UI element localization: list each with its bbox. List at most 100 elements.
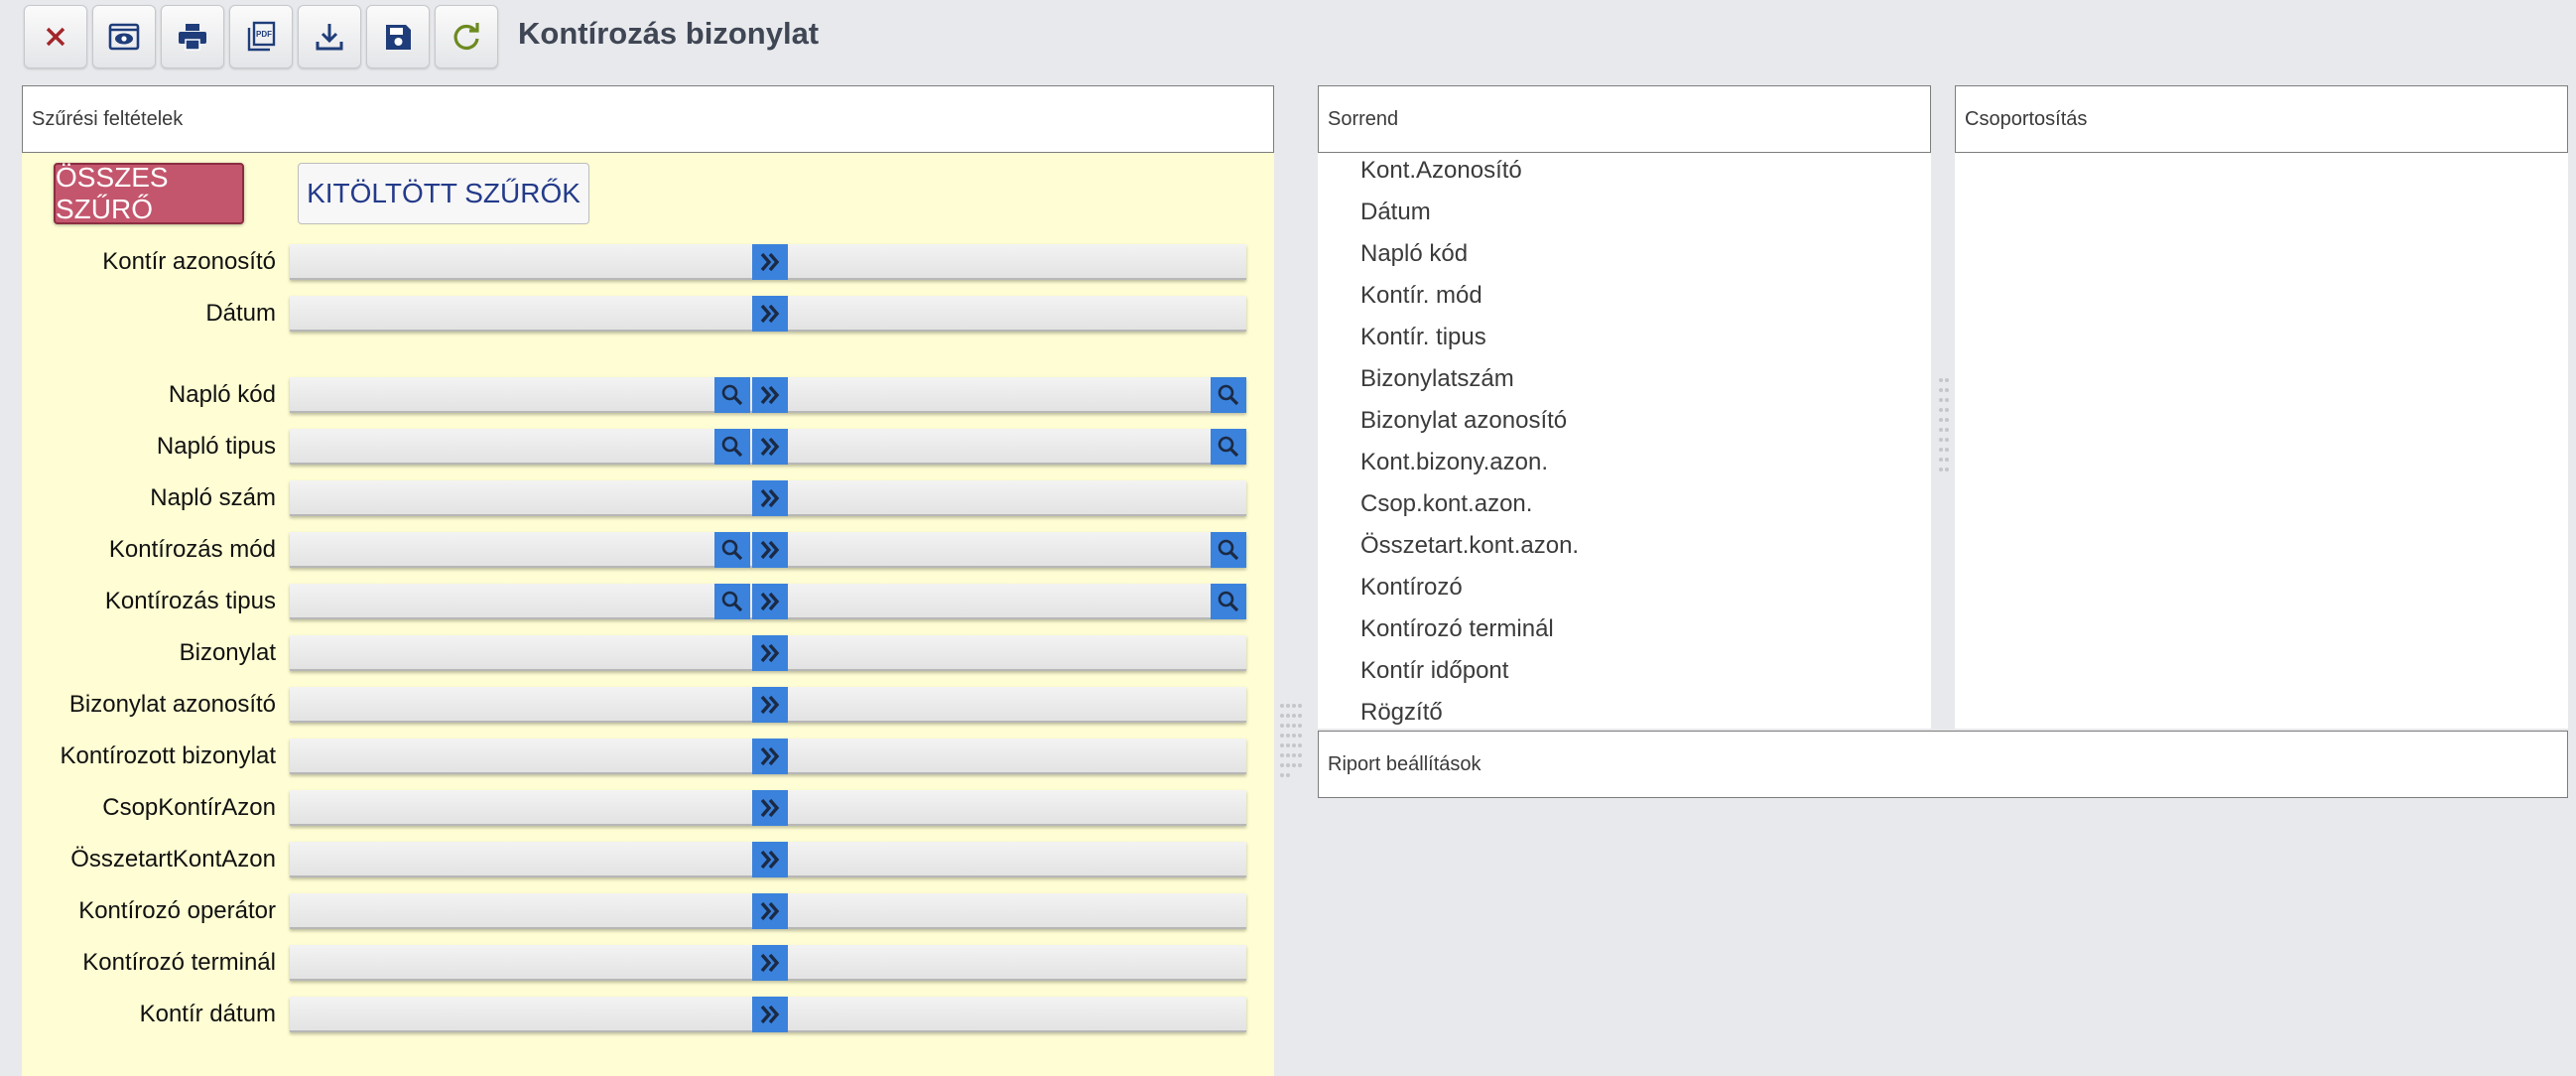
chevron-double-right-icon[interactable] xyxy=(752,997,788,1032)
sort-list-item[interactable]: Dátum xyxy=(1360,199,1431,226)
filter-label: Kontírozott bizonylat xyxy=(60,742,276,769)
sort-list-item[interactable]: Kont.Azonosító xyxy=(1360,157,1522,185)
filter-range-input[interactable] xyxy=(290,429,1246,465)
chevron-double-right-icon[interactable] xyxy=(752,739,788,774)
save-button[interactable] xyxy=(366,5,430,68)
filter-label: Napló tipus xyxy=(156,433,276,460)
filter-label: Kontírozó terminál xyxy=(82,949,276,976)
order-list: Kont.Azonosító Dátum Napló kód Kontír. mód K… xyxy=(1318,153,1931,729)
filter-label: Kontír azonosító xyxy=(102,248,276,275)
chevron-double-right-icon[interactable] xyxy=(752,945,788,981)
chevron-double-right-icon[interactable] xyxy=(752,429,788,465)
splitter-handle[interactable] xyxy=(1279,701,1303,780)
print-button[interactable] xyxy=(161,5,224,68)
order-panel-header[interactable]: Sorrend xyxy=(1318,85,1931,153)
sort-list-item[interactable]: Bizonylatszám xyxy=(1360,365,1514,393)
filter-range-input[interactable] xyxy=(290,842,1246,877)
chevron-double-right-icon[interactable] xyxy=(752,480,788,516)
filter-range-input[interactable] xyxy=(290,687,1246,723)
refresh-icon xyxy=(453,23,479,51)
filter-row: CsopKontírAzon xyxy=(22,790,1274,830)
search-icon[interactable] xyxy=(714,584,750,619)
chevron-double-right-icon[interactable] xyxy=(752,893,788,929)
chevron-double-right-icon[interactable] xyxy=(752,635,788,671)
refresh-button[interactable] xyxy=(435,5,498,68)
filter-label: Bizonylat azonosító xyxy=(68,691,276,718)
filter-range-input[interactable] xyxy=(290,635,1246,671)
filter-row: Bizonylat xyxy=(22,635,1274,675)
download-icon xyxy=(316,24,343,51)
filter-area: ÖSSZES SZŰRŐ KITÖLTÖTT SZŰRŐK Kontír azo… xyxy=(22,153,1274,1076)
tab-filled-filters[interactable]: KITÖLTÖTT SZŰRŐK xyxy=(298,163,589,224)
sort-list-item[interactable]: Rögzítő xyxy=(1360,699,1443,727)
chevron-double-right-icon[interactable] xyxy=(752,790,788,826)
filters-panel-header[interactable]: Szűrési feltételek xyxy=(22,85,1274,153)
close-button[interactable] xyxy=(24,5,87,68)
filter-row: Dátum xyxy=(22,296,1274,336)
filter-row: Napló tipus xyxy=(22,429,1274,469)
filter-range-input[interactable] xyxy=(290,945,1246,981)
download-button[interactable] xyxy=(298,5,361,68)
filter-row: Kontír azonosító xyxy=(22,244,1274,284)
preview-button[interactable] xyxy=(92,5,156,68)
sort-list-item[interactable]: Kontír. mód xyxy=(1360,282,1482,310)
sort-list-item[interactable]: Összetart.kont.azon. xyxy=(1360,532,1579,560)
filter-range-input[interactable] xyxy=(290,480,1246,516)
filter-range-input[interactable] xyxy=(290,296,1246,332)
splitter-handle[interactable] xyxy=(1938,375,1950,474)
filter-row: Napló szám xyxy=(22,480,1274,520)
eye-icon xyxy=(108,23,140,51)
filter-range-input[interactable] xyxy=(290,244,1246,280)
sort-list-item[interactable]: Kontírozó xyxy=(1360,574,1463,602)
filter-label: ÖsszetartKontAzon xyxy=(70,846,276,873)
filter-label: Kontírozó operátor xyxy=(78,897,276,924)
search-icon[interactable] xyxy=(714,377,750,413)
chevron-double-right-icon[interactable] xyxy=(752,296,788,332)
chevron-double-right-icon[interactable] xyxy=(752,687,788,723)
filter-row: Kontírozó terminál xyxy=(22,945,1274,985)
chevron-double-right-icon[interactable] xyxy=(752,532,788,568)
filter-range-input[interactable] xyxy=(290,584,1246,619)
filter-row: Kontírozás tipus xyxy=(22,584,1274,623)
sort-list-item[interactable]: Kont.bizony.azon. xyxy=(1360,449,1548,476)
svg-text:PDF: PDF xyxy=(256,30,272,39)
chevron-double-right-icon[interactable] xyxy=(752,584,788,619)
sort-list-item[interactable]: Bizonylat azonosító xyxy=(1360,407,1567,435)
search-icon[interactable] xyxy=(1211,584,1246,619)
grouping-drop-area[interactable] xyxy=(1955,153,2568,729)
sort-list-item[interactable]: Napló kód xyxy=(1360,240,1468,268)
search-icon[interactable] xyxy=(1211,377,1246,413)
filter-label: Kontír dátum xyxy=(139,1001,276,1027)
filter-label: Napló szám xyxy=(150,484,276,511)
chevron-double-right-icon[interactable] xyxy=(752,842,788,877)
pdf-icon: PDF xyxy=(247,21,276,52)
filter-label: CsopKontírAzon xyxy=(102,794,276,821)
chevron-double-right-icon[interactable] xyxy=(752,244,788,280)
filter-range-input[interactable] xyxy=(290,997,1246,1032)
search-icon[interactable] xyxy=(1211,429,1246,465)
sort-list-item[interactable]: Kontír. tipus xyxy=(1360,324,1486,351)
filter-row: Napló kód xyxy=(22,377,1274,417)
chevron-double-right-icon[interactable] xyxy=(752,377,788,413)
search-icon[interactable] xyxy=(714,429,750,465)
sort-list-item[interactable]: Kontírozó terminál xyxy=(1360,615,1554,643)
filter-range-input[interactable] xyxy=(290,377,1246,413)
filter-row: ÖsszetartKontAzon xyxy=(22,842,1274,881)
filter-range-input[interactable] xyxy=(290,790,1246,826)
grouping-panel-header[interactable]: Csoportosítás xyxy=(1955,85,2568,153)
filter-range-input[interactable] xyxy=(290,532,1246,568)
tab-all-filters[interactable]: ÖSSZES SZŰRŐ xyxy=(54,162,244,224)
filter-label: Dátum xyxy=(205,300,276,327)
toolbar: PDF xyxy=(24,5,503,68)
filter-row: Kontír dátum xyxy=(22,997,1274,1036)
search-icon[interactable] xyxy=(1211,532,1246,568)
filter-row: Kontírozó operátor xyxy=(22,893,1274,933)
search-icon[interactable] xyxy=(714,532,750,568)
report-settings-panel-header[interactable]: Riport beállítások xyxy=(1318,731,2568,798)
filter-row: Kontírozott bizonylat xyxy=(22,739,1274,778)
sort-list-item[interactable]: Csop.kont.azon. xyxy=(1360,490,1532,518)
filter-range-input[interactable] xyxy=(290,739,1246,774)
pdf-button[interactable]: PDF xyxy=(229,5,293,68)
filter-range-input[interactable] xyxy=(290,893,1246,929)
sort-list-item[interactable]: Kontír időpont xyxy=(1360,657,1508,685)
